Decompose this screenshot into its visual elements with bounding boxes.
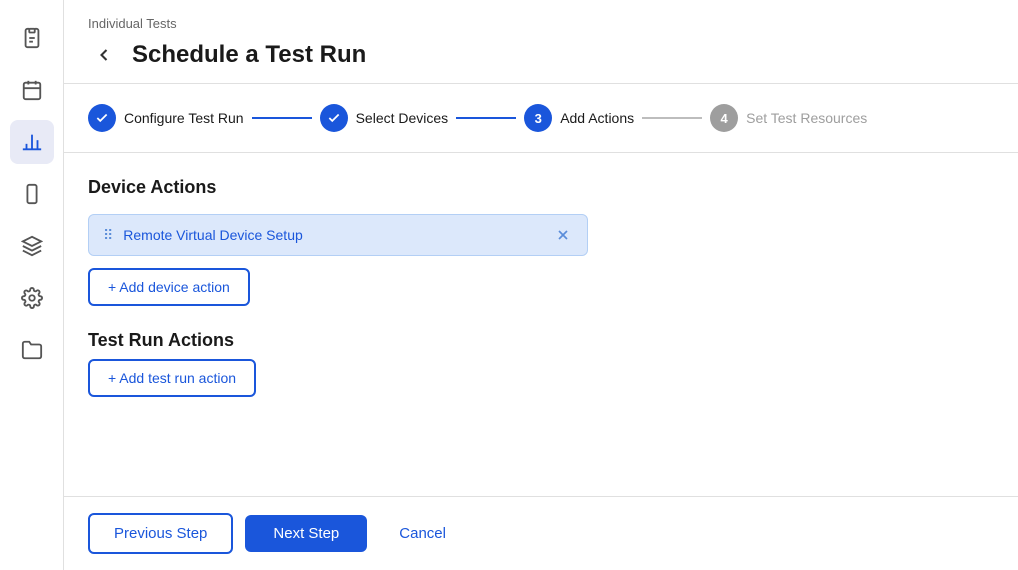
footer: Previous Step Next Step Cancel [64,496,1018,570]
add-test-run-action-button[interactable]: + Add test run action [88,359,256,397]
mobile-icon [21,183,43,205]
step-add-actions: 3 Add Actions [524,104,634,132]
page-title: Schedule a Test Run [132,41,366,69]
step-set-resources: 4 Set Test Resources [710,104,867,132]
step-label-add-actions: Add Actions [560,110,634,126]
device-action-item: ⠿ Remote Virtual Device Setup [88,214,588,256]
step-label-set-resources: Set Test Resources [746,110,867,126]
step-circle-set-resources: 4 [710,104,738,132]
header: Individual Tests Schedule a Test Run [64,0,1018,84]
sidebar-item-chart[interactable] [10,120,54,164]
step-connector-1 [252,117,312,119]
action-item-left: ⠿ Remote Virtual Device Setup [103,227,303,244]
step-label-configure: Configure Test Run [124,110,244,126]
device-actions-title: Device Actions [88,177,994,198]
step-configure: Configure Test Run [88,104,244,132]
folder-icon [21,339,43,361]
sidebar-item-mobile[interactable] [10,172,54,216]
step-circle-add-actions: 3 [524,104,552,132]
sidebar-item-folder[interactable] [10,328,54,372]
drag-handle-icon[interactable]: ⠿ [103,227,113,244]
close-icon [555,227,571,243]
step-connector-2 [456,117,516,119]
layers-icon [21,235,43,257]
cancel-button[interactable]: Cancel [379,515,466,552]
chart-icon [21,131,43,153]
main-content: Individual Tests Schedule a Test Run Con… [64,0,1018,570]
steps-container: Configure Test Run Select Devices 3 Add … [64,84,1018,153]
calendar-icon [21,79,43,101]
step-connector-3 [642,117,702,119]
step-select-devices: Select Devices [320,104,449,132]
add-device-action-button[interactable]: + Add device action [88,268,250,306]
test-run-actions-title: Test Run Actions [88,330,994,351]
clipboard-icon [21,27,43,49]
sidebar-item-calendar[interactable] [10,68,54,112]
previous-step-button[interactable]: Previous Step [88,513,233,554]
device-action-label: Remote Virtual Device Setup [123,227,303,243]
settings-icon [21,287,43,309]
breadcrumb: Individual Tests [88,16,994,31]
sidebar-item-settings[interactable] [10,276,54,320]
step-circle-configure [88,104,116,132]
sidebar-item-clipboard[interactable] [10,16,54,60]
back-button[interactable] [88,39,120,71]
sidebar-item-layers[interactable] [10,224,54,268]
remove-device-action-button[interactable] [553,225,573,245]
next-step-button[interactable]: Next Step [245,515,367,552]
sidebar [0,0,64,570]
step-circle-select-devices [320,104,348,132]
content-area: Device Actions ⠿ Remote Virtual Device S… [64,153,1018,496]
step-label-select-devices: Select Devices [356,110,449,126]
back-arrow-icon [94,45,114,65]
